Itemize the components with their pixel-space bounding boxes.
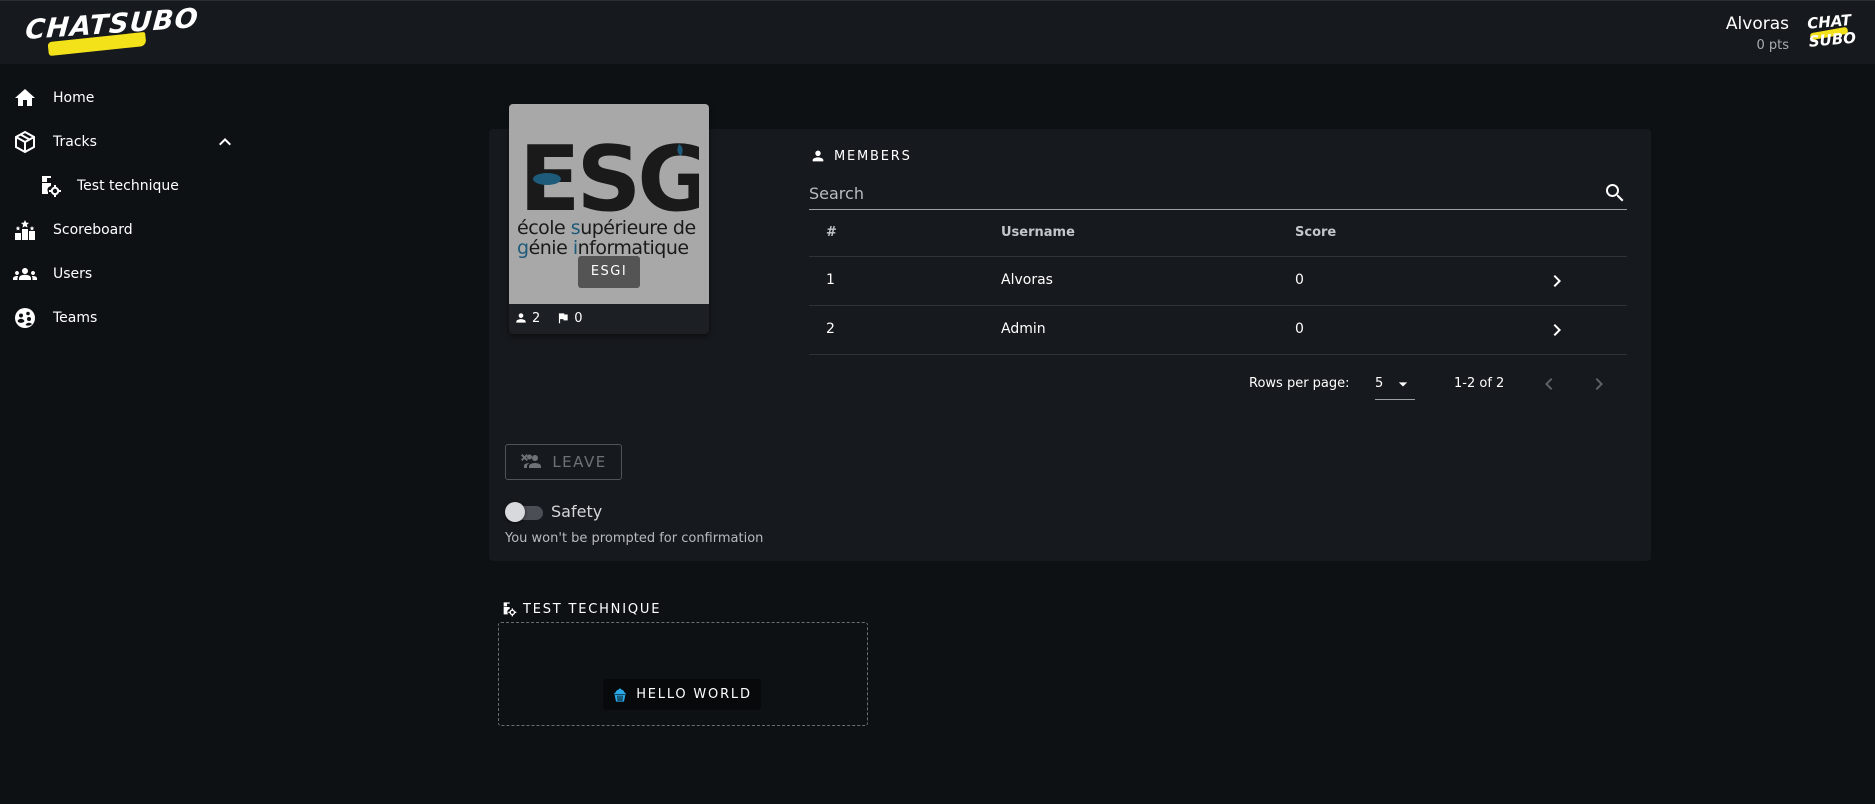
user-info: Alvoras 0 pts: [1726, 12, 1789, 56]
team-name-chip: ESGI: [578, 256, 640, 288]
sidebar-item-users[interactable]: Users: [0, 252, 250, 296]
challenge-label: HELLO WORLD: [636, 687, 752, 702]
top-bar: CHATSUBO Alvoras 0 pts CHAT SUBO: [0, 0, 1875, 64]
safety-hint: You won't be prompted for confirmation: [505, 531, 764, 546]
sidebar-item-label: Scoreboard: [53, 222, 133, 238]
sidebar-item-label: Teams: [53, 310, 98, 326]
sidebar-item-tracks[interactable]: Tracks: [0, 120, 250, 164]
track-title-text: TEST TECHNIQUE: [523, 601, 662, 617]
track-section-title: TEST TECHNIQUE: [501, 601, 661, 617]
sidebar-item-label: Tracks: [53, 134, 97, 150]
safety-toggle[interactable]: [505, 502, 545, 522]
sidebar-item-label: Users: [53, 266, 93, 282]
logo-text: CHATSUBO: [24, 3, 200, 46]
members-table: # Username Score 1 Alvoras 0 2 Admin 0: [809, 208, 1627, 355]
members-title-text: MEMBERS: [834, 148, 912, 164]
avatar-text: CHAT SUBO: [1807, 11, 1857, 51]
safety-label: Safety: [551, 502, 603, 521]
table-row[interactable]: 1 Alvoras 0: [809, 257, 1627, 306]
track-settings-icon: [42, 176, 61, 197]
teams-icon: [15, 308, 35, 328]
cell-username: Admin: [1001, 321, 1046, 337]
sidebar-item-scoreboard[interactable]: Scoreboard: [0, 208, 250, 252]
sidebar-item-teams[interactable]: Teams: [0, 296, 250, 340]
users-icon: [13, 268, 37, 280]
rows-per-page-select[interactable]: 5: [1375, 368, 1415, 400]
sidebar-item-test-technique[interactable]: Test technique: [0, 164, 250, 208]
chevron-right-icon[interactable]: [1545, 318, 1569, 342]
cell-score: 0: [1295, 272, 1304, 288]
cell-rank: 2: [826, 321, 835, 337]
safety-toggle-thumb: [505, 502, 525, 522]
cupcake-icon: [614, 687, 627, 702]
search-icon[interactable]: [1603, 181, 1627, 205]
home-icon: [15, 89, 35, 106]
team-logo-caption-line1: école supérieure de: [517, 217, 696, 239]
caret-down-icon: [1398, 382, 1408, 387]
column-header-rank[interactable]: #: [826, 225, 837, 240]
sidebar-item-label: Home: [53, 90, 95, 106]
sidebar-item-label: Test technique: [77, 178, 179, 194]
rows-per-page-label: Rows per page:: [1249, 376, 1350, 391]
team-card: ESGI école supérieure de génie informati…: [509, 104, 709, 334]
person-icon: [812, 150, 824, 162]
team-logo-image: ESGI école supérieure de génie informati…: [509, 104, 709, 304]
tracks-cube-icon: [15, 130, 35, 154]
person-icon: [516, 313, 526, 323]
scoreboard-icon: [15, 220, 35, 240]
track-challenges-box: [498, 622, 868, 726]
brand-logo[interactable]: CHATSUBO: [24, 3, 200, 57]
table-header: # Username Score: [809, 208, 1627, 257]
table-pagination: Rows per page: 5 1-2 of 2: [809, 366, 1627, 402]
chevron-right-icon[interactable]: [1545, 269, 1569, 293]
column-header-score[interactable]: Score: [1295, 225, 1336, 240]
sidebar-item-home[interactable]: Home: [0, 76, 250, 120]
cell-username: Alvoras: [1001, 272, 1053, 288]
team-members-count: 2: [532, 310, 541, 326]
leave-button-label: LEAVE: [552, 453, 607, 471]
sidebar: Home Tracks Test technique Scoreboard Us…: [0, 76, 250, 340]
column-header-username[interactable]: Username: [1001, 225, 1075, 240]
chevron-up-icon[interactable]: [213, 130, 237, 154]
rows-per-page-value: 5: [1375, 376, 1384, 391]
team-logo-letters: ESGI: [519, 142, 699, 222]
user-name: Alvoras: [1725, 14, 1789, 34]
members-search: [809, 178, 1627, 210]
team-flags-count: 0: [574, 310, 583, 326]
chevron-right-icon[interactable]: [1587, 372, 1611, 396]
user-points: 0 pts: [1756, 38, 1789, 53]
track-settings-icon: [503, 602, 517, 617]
app-root: CHATSUBO Alvoras 0 pts CHAT SUBO Home Tr…: [0, 0, 1875, 804]
search-input[interactable]: [809, 178, 1589, 208]
chevron-left-icon[interactable]: [1537, 372, 1561, 396]
remove-group-icon: [521, 454, 542, 468]
cell-rank: 1: [826, 272, 835, 288]
members-section-title: MEMBERS: [810, 148, 912, 164]
leave-button[interactable]: LEAVE: [505, 444, 622, 480]
pagination-range: 1-2 of 2: [1454, 376, 1505, 391]
table-row[interactable]: 2 Admin 0: [809, 306, 1627, 355]
team-stats: 2 0: [514, 308, 583, 328]
challenge-button-hello-world[interactable]: HELLO WORLD: [603, 679, 761, 710]
flag-icon: [559, 313, 568, 324]
avatar[interactable]: CHAT SUBO: [1806, 11, 1857, 57]
avatar-text-bottom: SUBO: [1808, 28, 1857, 51]
cell-score: 0: [1295, 321, 1304, 337]
